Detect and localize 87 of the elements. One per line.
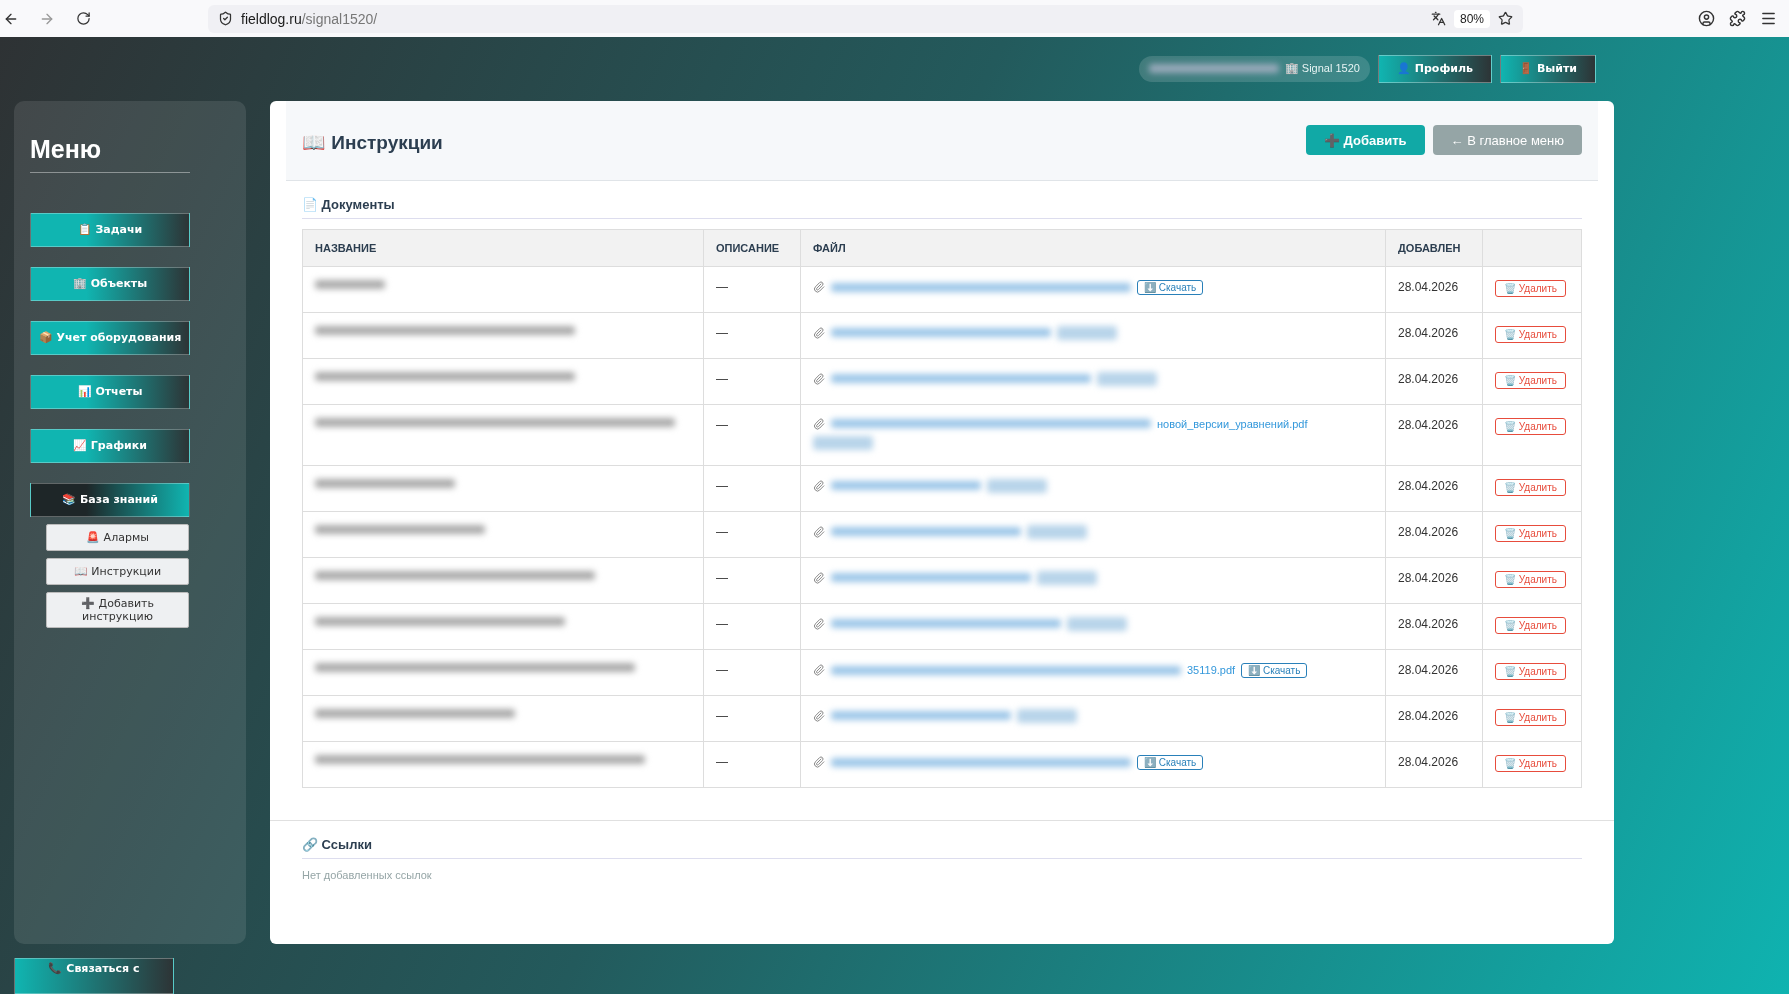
address-bar[interactable]: fieldlog.ru/signal1520/ 80% (208, 4, 1523, 33)
table-cell: 28.04.2026 (1385, 404, 1483, 466)
redacted-text (1067, 616, 1127, 631)
redacted-text (1037, 570, 1097, 585)
sidebar-item[interactable]: 📋 Задачи (30, 212, 190, 247)
paperclip-icon (813, 664, 825, 677)
column-header: ДОБАВЛЕН (1385, 229, 1483, 267)
sidebar-item[interactable]: 📚 База знаний (30, 482, 190, 517)
table-cell: 28.04.2026 (1385, 557, 1483, 604)
translate-icon[interactable] (1430, 11, 1446, 26)
table-cell: 28.04.2026 (1385, 603, 1483, 650)
download-button[interactable]: ⬇ Скачать (1137, 279, 1204, 295)
table-cell: 28.04.2026 (1385, 741, 1483, 788)
section-heading: 🔗 Ссылки (302, 820, 1582, 859)
redacted-text (813, 435, 873, 450)
delete-button[interactable]: 🗑 Удалить (1495, 616, 1566, 634)
redacted-text (1027, 524, 1087, 539)
delete-button[interactable]: 🗑 Удалить (1495, 754, 1566, 772)
table-cell: — (703, 557, 801, 604)
table-cell: — (703, 741, 801, 788)
paperclip-icon (813, 417, 825, 430)
redacted-text (315, 279, 385, 289)
sidebar-item[interactable]: 📊 Отчеты (30, 374, 190, 409)
table-cell: — (703, 358, 801, 405)
paperclip-icon (813, 326, 825, 339)
header-button[interactable]: 🚪 Выйти (1500, 54, 1596, 83)
redacted-text (1017, 708, 1077, 723)
submenu-item[interactable]: 🚨 Алармы (46, 523, 189, 551)
table-cell: — (703, 312, 801, 359)
table-cell: 28.04.2026 (1385, 649, 1483, 696)
column-header: ФАЙЛ (800, 229, 1386, 267)
table-cell: — (703, 465, 801, 512)
delete-button[interactable]: 🗑 Удалить (1495, 524, 1566, 542)
paperclip-icon (813, 479, 825, 492)
paperclip-icon (813, 525, 825, 538)
delete-button[interactable]: 🗑 Удалить (1495, 325, 1566, 343)
sidebar-item[interactable]: 📈 Графики (30, 428, 190, 463)
download-button[interactable]: ⬇ Скачать (1137, 754, 1204, 770)
page-title: 📖 Инструкции (302, 130, 444, 154)
delete-button[interactable]: 🗑 Удалить (1495, 708, 1566, 726)
account-icon[interactable] (1698, 10, 1715, 27)
delete-button[interactable]: 🗑 Удалить (1495, 478, 1566, 496)
submenu-item[interactable]: 📖 Инструкции (46, 557, 189, 585)
table-cell: — (703, 649, 801, 696)
redacted-text (1097, 371, 1157, 386)
download-button[interactable]: ⬇ Скачать (1241, 662, 1308, 678)
table-cell: 28.04.2026 (1385, 358, 1483, 405)
table-cell: 28.04.2026 (1385, 511, 1483, 558)
url-host: fieldlog.ru (241, 10, 302, 27)
column-header: НАЗВАНИЕ (302, 229, 704, 267)
shield-icon (218, 11, 233, 26)
url-path: /signal1520/ (301, 10, 378, 27)
paperclip-icon (813, 709, 825, 722)
delete-button[interactable]: 🗑 Удалить (1495, 279, 1566, 297)
sidebar-item[interactable]: 🏢 Объекты (30, 266, 190, 301)
delete-button[interactable]: 🗑 Удалить (1495, 570, 1566, 588)
paperclip-icon (813, 756, 825, 769)
redacted-text (987, 478, 1047, 493)
submenu-item[interactable]: ➕ Добавить инструкцию (46, 591, 189, 628)
table-cell: — (703, 695, 801, 742)
table-cell: — (703, 511, 801, 558)
menu-icon[interactable] (1760, 10, 1777, 27)
paperclip-icon (813, 281, 825, 294)
table-cell: 28.04.2026 (1385, 312, 1483, 359)
section-heading: 📄 Документы (302, 180, 1582, 219)
empty-message: Нет добавленных ссылок (302, 868, 433, 881)
zoom-level[interactable]: 80% (1453, 9, 1490, 28)
delete-button[interactable]: 🗑 Удалить (1495, 662, 1566, 680)
table-cell: 28.04.2026 (1385, 695, 1483, 742)
table-cell: 28.04.2026 (1385, 465, 1483, 512)
header-button[interactable]: 👤 Профиль (1377, 54, 1493, 83)
delete-button[interactable]: 🗑 Удалить (1495, 417, 1566, 435)
star-icon[interactable] (1498, 11, 1513, 26)
paperclip-icon (813, 372, 825, 385)
paperclip-icon (813, 571, 825, 584)
sidebar-title: Меню (30, 134, 190, 173)
table-cell: 28.04.2026 (1385, 266, 1483, 313)
table-cell: — (703, 404, 801, 466)
table-cell: — (703, 603, 801, 650)
redacted-text (1057, 325, 1117, 340)
column-header: ОПИСАНИЕ (703, 229, 801, 267)
extensions-icon[interactable] (1729, 10, 1746, 27)
site-name: 🏢 Signal 1520 (1284, 62, 1360, 76)
table-cell: — (703, 266, 801, 313)
paperclip-icon (813, 617, 825, 630)
contact-button[interactable]: 📞 Связаться с (14, 957, 174, 994)
delete-button[interactable]: 🗑 Удалить (1495, 371, 1566, 389)
